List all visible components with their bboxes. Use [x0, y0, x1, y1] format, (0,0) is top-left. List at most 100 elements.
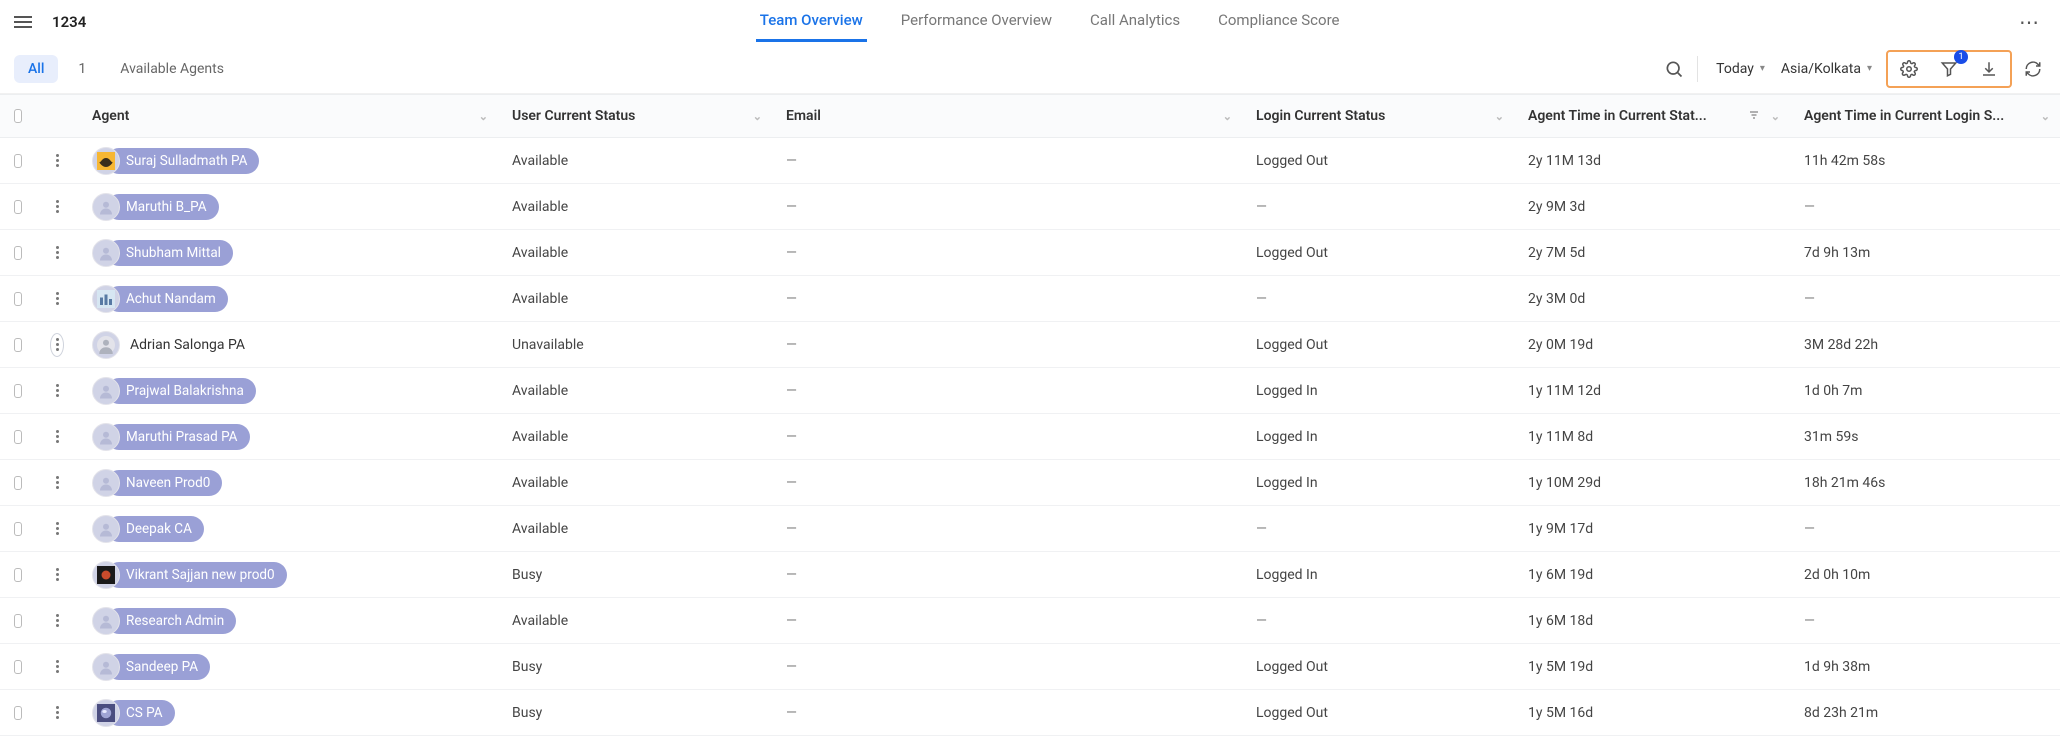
download-icon[interactable] [1976, 56, 2002, 82]
column-time-login[interactable]: Agent Time in Current Login S... ⌄ [1790, 95, 2060, 137]
agent-chip[interactable]: Research Admin [106, 608, 236, 634]
refresh-icon[interactable] [2020, 56, 2046, 82]
row-checkbox[interactable] [14, 246, 22, 260]
agent-chip[interactable]: Maruthi Prasad PA [106, 424, 250, 450]
chevron-down-icon[interactable]: ⌄ [2041, 110, 2050, 123]
chevron-down-icon[interactable]: ⌄ [479, 110, 488, 123]
actions-column [36, 95, 78, 137]
column-time-status[interactable]: Agent Time in Current Stat... ⌄ [1514, 95, 1790, 137]
cell-time-login: 11h 42m 58s [1790, 153, 2060, 169]
avatar [92, 515, 120, 543]
kebab-icon[interactable] [50, 149, 64, 173]
agent-chip[interactable]: Suraj Sulladmath PA [106, 148, 259, 174]
kebab-icon[interactable] [50, 701, 64, 725]
agent-chip[interactable]: Shubham Mittal [106, 240, 233, 266]
table-row[interactable]: Vikrant Sajjan new prod0Busy—Logged In1y… [0, 552, 2060, 598]
chevron-down-icon[interactable]: ⌄ [1495, 110, 1504, 123]
row-checkbox[interactable] [14, 430, 22, 444]
cell-time-status: 1y 11M 8d [1514, 429, 1790, 445]
agent-chip[interactable]: Deepak CA [106, 516, 204, 542]
column-email[interactable]: Email ⌄ [772, 95, 1242, 137]
kebab-icon[interactable] [50, 471, 64, 495]
kebab-icon[interactable] [50, 655, 64, 679]
table-row[interactable]: Shubham MittalAvailable—Logged Out2y 7M … [0, 230, 2060, 276]
row-checkbox[interactable] [14, 660, 22, 674]
chevron-down-icon: ▾ [1760, 63, 1765, 74]
date-range-select[interactable]: Today ▾ [1708, 57, 1773, 81]
row-checkbox[interactable] [14, 706, 22, 720]
row-checkbox[interactable] [14, 200, 22, 214]
row-checkbox[interactable] [14, 292, 22, 306]
cell-time-status: 2y 0M 19d [1514, 337, 1790, 353]
agent-chip[interactable]: Vikrant Sajjan new prod0 [106, 562, 287, 588]
row-checkbox[interactable] [14, 384, 22, 398]
search-icon[interactable] [1661, 56, 1687, 82]
row-select [0, 154, 36, 168]
cell-time-login: 18h 21m 46s [1790, 475, 2060, 491]
agent-chip[interactable]: Maruthi B_PA [106, 194, 219, 220]
agent-chip[interactable]: Naveen Prod0 [106, 470, 222, 496]
table-row[interactable]: CS PABusy—Logged Out1y 5M 16d8d 23h 21m [0, 690, 2060, 736]
filter-all[interactable]: All [14, 55, 58, 83]
agent-chip[interactable]: Achut Nandam [106, 286, 228, 312]
table-row[interactable]: Naveen Prod0Available—Logged In1y 10M 29… [0, 460, 2060, 506]
kebab-icon[interactable] [50, 425, 64, 449]
kebab-icon[interactable] [50, 517, 64, 541]
cell-time-status: 2y 11M 13d [1514, 153, 1790, 169]
kebab-icon[interactable] [50, 609, 64, 633]
table-row[interactable]: Prajwal BalakrishnaAvailable—Logged In1y… [0, 368, 2060, 414]
row-checkbox[interactable] [14, 338, 22, 352]
row-checkbox[interactable] [14, 522, 22, 536]
timezone-select[interactable]: Asia/Kolkata ▾ [1773, 57, 1880, 81]
row-checkbox[interactable] [14, 614, 22, 628]
select-all-checkbox[interactable] [14, 109, 22, 123]
menu-icon[interactable] [14, 12, 34, 32]
chevron-down-icon[interactable]: ⌄ [1223, 110, 1232, 123]
cell-time-login: 2d 0h 10m [1790, 567, 2060, 583]
row-checkbox[interactable] [14, 154, 22, 168]
row-select [0, 476, 36, 490]
column-user-status[interactable]: User Current Status ⌄ [498, 95, 772, 137]
column-agent[interactable]: Agent ⌄ [78, 95, 498, 137]
cell-email: — [772, 199, 1242, 215]
row-checkbox[interactable] [14, 568, 22, 582]
tab-team-overview[interactable]: Team Overview [756, 1, 867, 42]
agent-chip[interactable]: Sandeep PA [106, 654, 210, 680]
tab-call-analytics[interactable]: Call Analytics [1086, 1, 1184, 42]
tab-performance-overview[interactable]: Performance Overview [897, 1, 1056, 42]
cell-time-status: 2y 3M 0d [1514, 291, 1790, 307]
row-checkbox[interactable] [14, 476, 22, 490]
table-header: Agent ⌄ User Current Status ⌄ Email ⌄ Lo… [0, 94, 2060, 138]
column-login-status[interactable]: Login Current Status ⌄ [1242, 95, 1514, 137]
table-row[interactable]: Maruthi B_PAAvailable——2y 9M 3d— [0, 184, 2060, 230]
filter-icon[interactable]: 1 [1936, 56, 1962, 82]
agent-chip[interactable]: Prajwal Balakrishna [106, 378, 256, 404]
row-actions [36, 195, 78, 219]
tab-compliance-score[interactable]: Compliance Score [1214, 1, 1343, 42]
filter-one[interactable]: 1 [64, 55, 100, 83]
sort-icon[interactable] [1748, 109, 1760, 124]
more-icon[interactable]: ⋯ [2013, 6, 2046, 38]
table-row[interactable]: Sandeep PABusy—Logged Out1y 5M 19d1d 9h … [0, 644, 2060, 690]
table-row[interactable]: Suraj Sulladmath PAAvailable—Logged Out2… [0, 138, 2060, 184]
cell-email: — [772, 337, 1242, 353]
table-row[interactable]: Adrian Salonga PAUnavailable—Logged Out2… [0, 322, 2060, 368]
chevron-down-icon[interactable]: ⌄ [753, 110, 762, 123]
chevron-down-icon[interactable]: ⌄ [1771, 110, 1780, 123]
table-row[interactable]: Deepak CAAvailable——1y 9M 17d— [0, 506, 2060, 552]
settings-icon[interactable] [1896, 56, 1922, 82]
kebab-icon[interactable] [50, 333, 64, 357]
kebab-icon[interactable] [50, 379, 64, 403]
cell-time-login: 7d 9h 13m [1790, 245, 2060, 261]
kebab-icon[interactable] [50, 195, 64, 219]
kebab-icon[interactable] [50, 563, 64, 587]
filter-available-agents[interactable]: Available Agents [106, 55, 238, 83]
cell-time-status: 1y 6M 18d [1514, 613, 1790, 629]
kebab-icon[interactable] [50, 241, 64, 265]
row-actions [36, 149, 78, 173]
table-row[interactable]: Maruthi Prasad PAAvailable—Logged In1y 1… [0, 414, 2060, 460]
table-row[interactable]: Research AdminAvailable——1y 6M 18d— [0, 598, 2060, 644]
table-row[interactable]: Achut NandamAvailable——2y 3M 0d— [0, 276, 2060, 322]
avatar [92, 561, 120, 589]
kebab-icon[interactable] [50, 287, 64, 311]
